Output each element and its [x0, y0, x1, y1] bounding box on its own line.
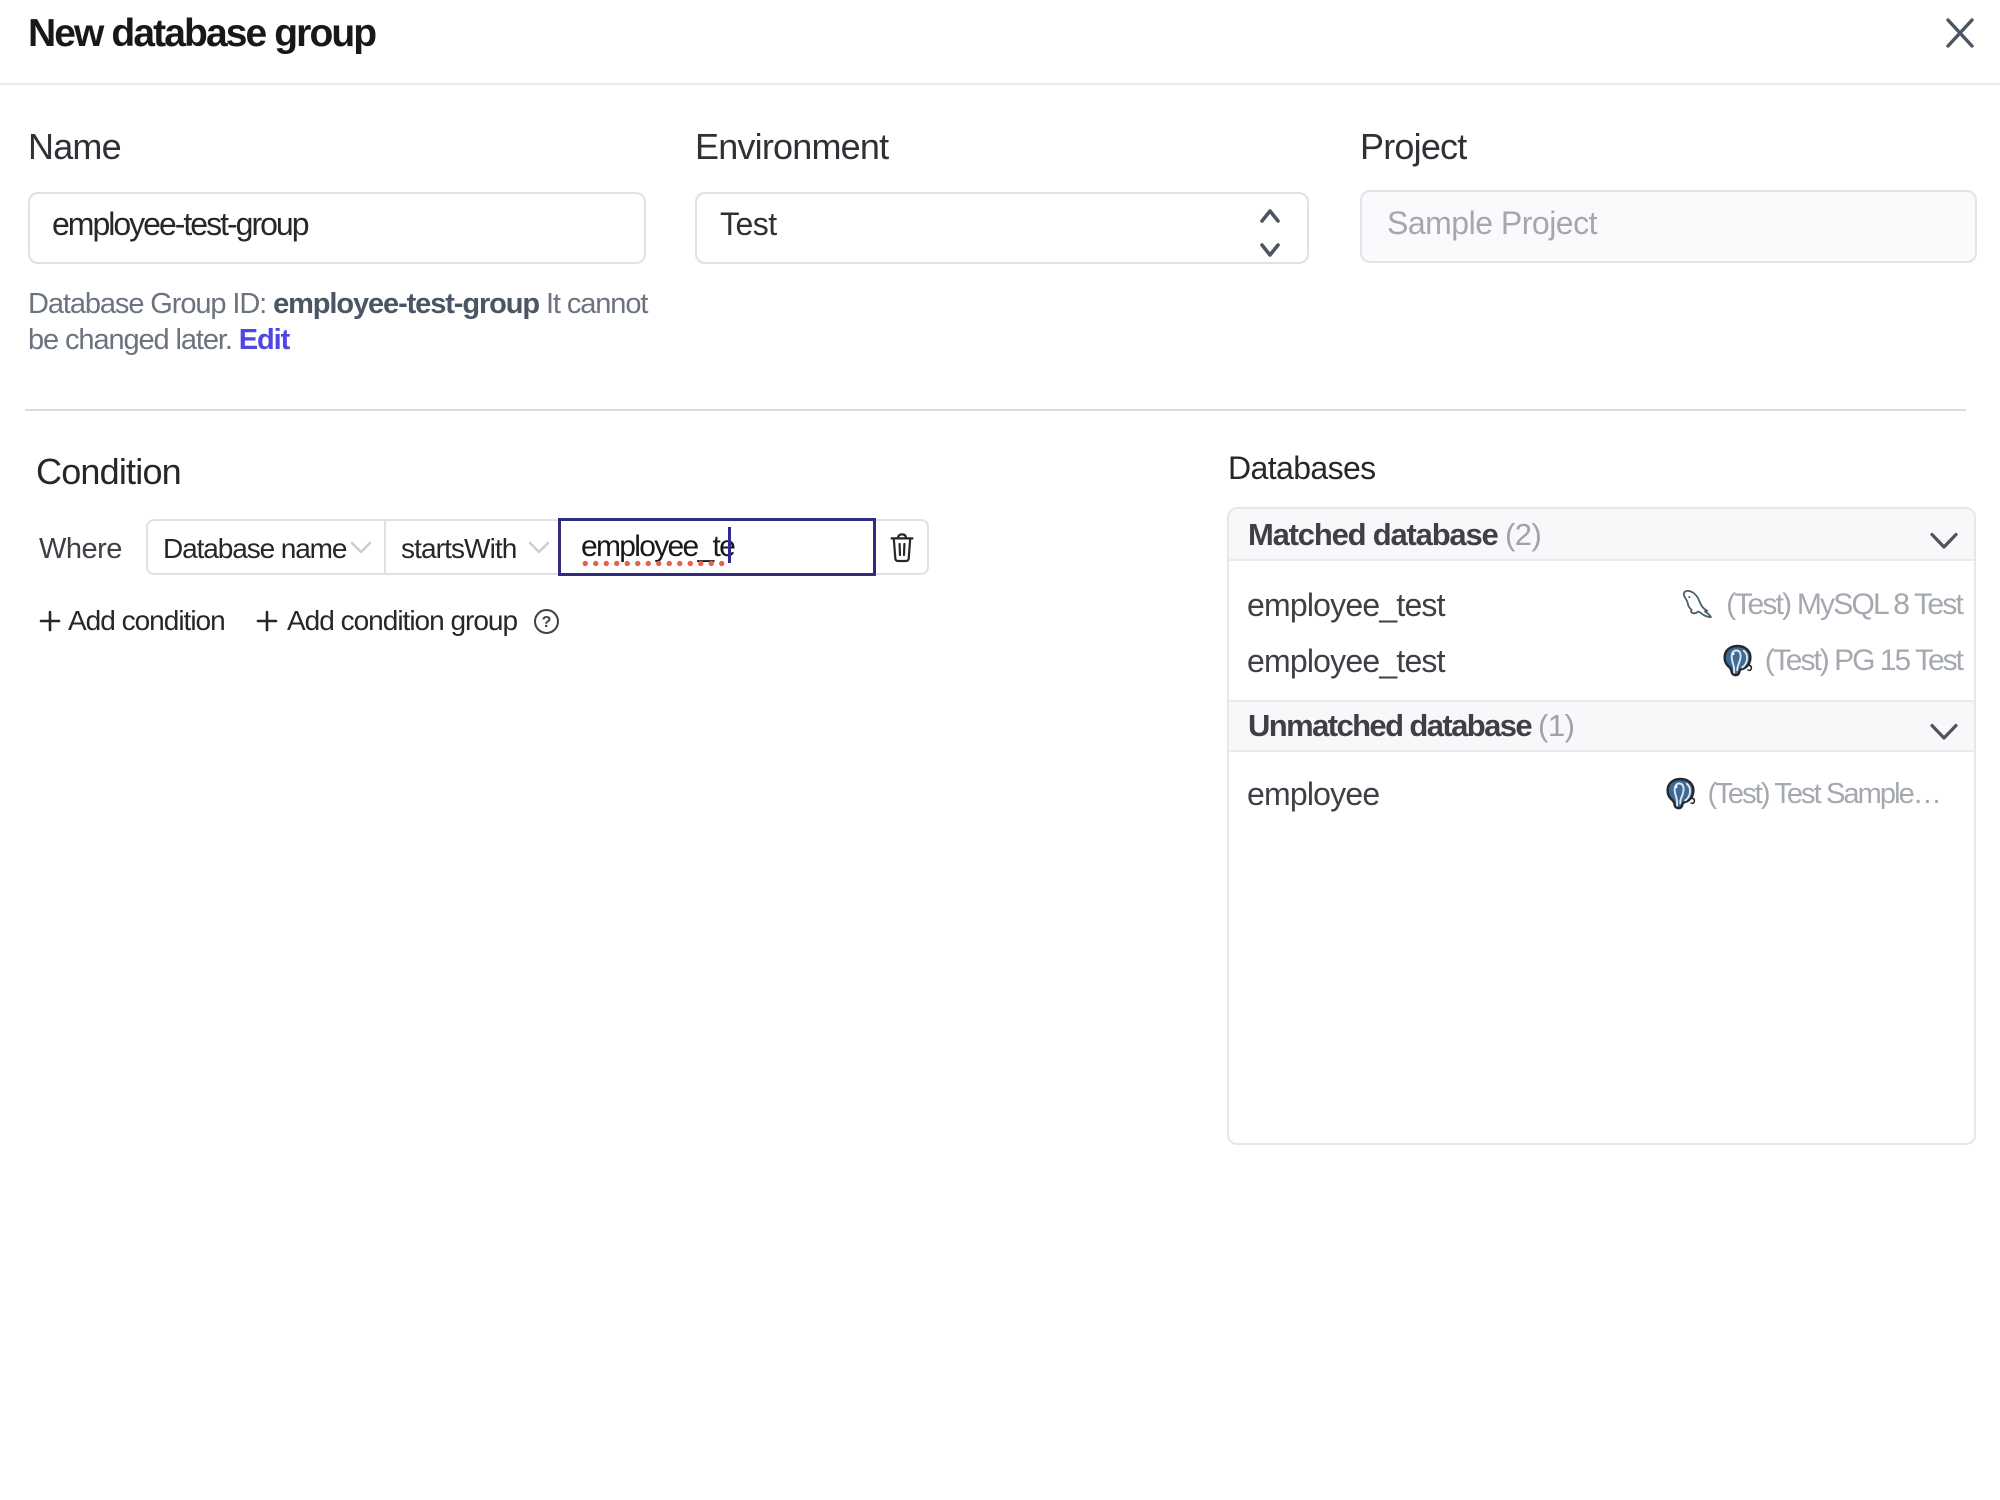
svg-text:?: ?: [542, 614, 552, 631]
